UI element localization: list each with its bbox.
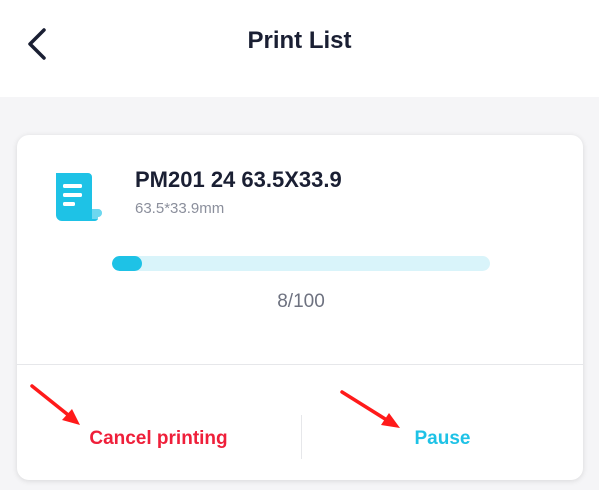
job-title: PM201 24 63.5X33.9 — [135, 167, 342, 192]
pause-button[interactable]: Pause — [301, 365, 584, 480]
pause-label: Pause — [414, 428, 471, 449]
progress-fill — [112, 256, 143, 271]
label-size: 63.5*33.9mm — [135, 200, 225, 217]
print-job-card: PM201 24 63.5X33.9 63.5*33.9mm 8/100 Can… — [17, 135, 583, 480]
cancel-printing-button[interactable]: Cancel printing — [17, 365, 300, 480]
top-bar: Print List — [0, 0, 599, 97]
progress-count: 8/100 — [277, 291, 325, 312]
progress-bar — [112, 256, 490, 271]
cancel-printing-label: Cancel printing — [89, 428, 228, 449]
document-icon — [56, 173, 102, 222]
page-title: Print List — [247, 27, 352, 54]
